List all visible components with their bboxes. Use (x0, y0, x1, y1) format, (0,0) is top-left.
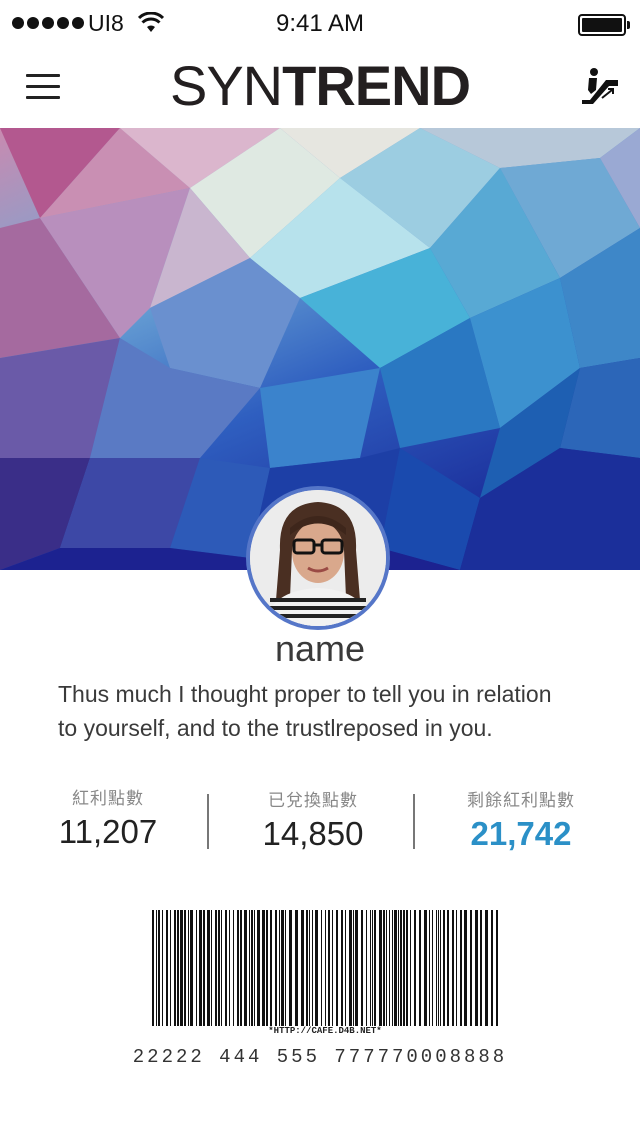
stat-label: 剩餘紅利點數 (467, 791, 575, 810)
stat-redeemed-points: 已兌換點數 14,850 (238, 786, 388, 853)
profile-avatar[interactable] (246, 486, 390, 630)
battery-icon (578, 14, 630, 36)
stat-divider (413, 794, 415, 849)
stat-value: 14,850 (262, 815, 364, 852)
nav-bar: SYNTREND (0, 48, 640, 128)
stat-label: 已兌換點數 (268, 791, 358, 810)
membership-barcode (152, 910, 498, 1026)
stat-bonus-points: 紅利點數 11,207 (38, 784, 178, 851)
app-logo: SYNTREND (0, 54, 640, 118)
barcode-number: 22222 444 555 777770008888 (132, 1046, 508, 1068)
stat-divider (207, 794, 209, 849)
stat-value: 21,742 (470, 815, 572, 852)
status-bar: UI8 9:41 AM (0, 0, 640, 48)
logo-bold-text: TREND (282, 54, 471, 117)
stat-remaining-points: 剩餘紅利點數 21,742 (446, 786, 596, 853)
points-stats: 紅利點數 11,207 已兌換點數 14,850 剩餘紅利點數 21,742 (0, 784, 640, 854)
user-bio: Thus much I thought proper to tell you i… (58, 677, 603, 745)
stat-label: 紅利點數 (72, 789, 144, 808)
bio-line: Thus much I thought proper to tell you i… (58, 681, 552, 707)
barcode-caption: *HTTP://CAFE.D4B.NET* (268, 1026, 382, 1036)
stat-value: 11,207 (58, 813, 158, 850)
user-name: name (274, 628, 366, 669)
logo-light-text: SYN (169, 54, 283, 117)
escalator-icon[interactable] (580, 66, 620, 104)
bio-line: to yourself, and to the trustlreposed in… (58, 715, 493, 741)
status-time: 9:41 AM (275, 10, 365, 37)
avatar-photo (250, 490, 386, 626)
